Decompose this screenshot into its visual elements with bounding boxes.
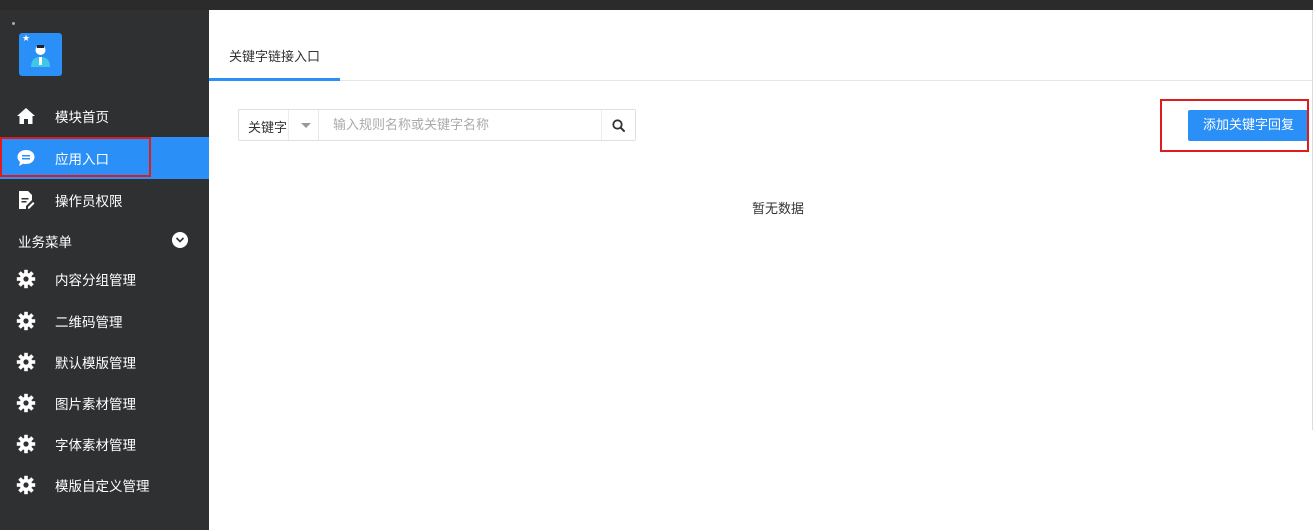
- search-group: 关键字: [238, 109, 636, 141]
- gear-icon: [16, 352, 36, 372]
- sidebar-item-label: 默认模版管理: [55, 356, 136, 372]
- select-divider: [288, 110, 289, 140]
- gear-icon: [16, 434, 36, 454]
- sidebar-item-font-assets[interactable]: 字体素材管理: [0, 423, 209, 465]
- search-icon: [612, 118, 625, 132]
- gear-icon: [16, 311, 36, 331]
- add-keyword-reply-button[interactable]: 添加关键字回复: [1188, 110, 1309, 141]
- search-type-value: 关键字: [248, 121, 288, 136]
- sidebar-item-qrcode[interactable]: 二维码管理: [0, 300, 209, 342]
- document-edit-icon: [16, 190, 36, 210]
- gear-icon: [16, 269, 36, 289]
- sidebar-item-default-template[interactable]: 默认模版管理: [0, 341, 209, 383]
- business-menu-header[interactable]: 业务菜单: [0, 228, 209, 252]
- main-content: 关键字链接入口 关键字 添加关键字回复 暂无数据: [209, 10, 1313, 530]
- business-menu-label: 业务菜单: [18, 235, 72, 251]
- chat-bubble-icon: [16, 148, 36, 168]
- chevron-down-circle-icon[interactable]: [172, 232, 188, 248]
- tab-keyword-link-entry[interactable]: 关键字链接入口: [209, 46, 340, 81]
- sidebar-dot: [12, 22, 15, 25]
- gear-icon: [16, 393, 36, 413]
- sidebar-item-module-home[interactable]: 模块首页: [0, 95, 209, 137]
- sidebar-item-label: 内容分组管理: [55, 273, 136, 289]
- top-bar: [0, 0, 1313, 10]
- home-icon: [16, 106, 36, 126]
- gear-icon: [16, 475, 36, 495]
- sidebar-item-label: 二维码管理: [55, 315, 123, 331]
- search-button[interactable]: [601, 110, 635, 140]
- sidebar-item-label: 操作员权限: [55, 194, 123, 210]
- sidebar-item-label: 应用入口: [55, 152, 109, 168]
- sidebar-item-app-entry[interactable]: 应用入口: [0, 137, 209, 179]
- search-type-select[interactable]: 关键字: [239, 110, 319, 140]
- sidebar-item-label: 模块首页: [55, 110, 109, 126]
- sidebar-item-image-assets[interactable]: 图片素材管理: [0, 382, 209, 424]
- app-logo[interactable]: ★: [19, 33, 62, 76]
- avatar-icon: [31, 45, 50, 67]
- search-input[interactable]: [320, 110, 600, 140]
- sidebar-item-label: 字体素材管理: [55, 438, 136, 454]
- sidebar-item-operator-permissions[interactable]: 操作员权限: [0, 179, 209, 221]
- sidebar-item-label: 模版自定义管理: [55, 479, 150, 495]
- empty-state-text: 暂无数据: [751, 202, 804, 217]
- caret-down-icon[interactable]: [301, 123, 311, 128]
- sidebar-item-label: 图片素材管理: [55, 397, 136, 413]
- sidebar-item-template-custom[interactable]: 模版自定义管理: [0, 464, 209, 506]
- tab-bar: 关键字链接入口: [209, 10, 1313, 81]
- sidebar: ★ 模块首页 应用入口 操作员权限 业务菜单 内容分组管理 二维码管理 默认模版…: [0, 10, 209, 530]
- sidebar-item-content-group[interactable]: 内容分组管理: [0, 258, 209, 300]
